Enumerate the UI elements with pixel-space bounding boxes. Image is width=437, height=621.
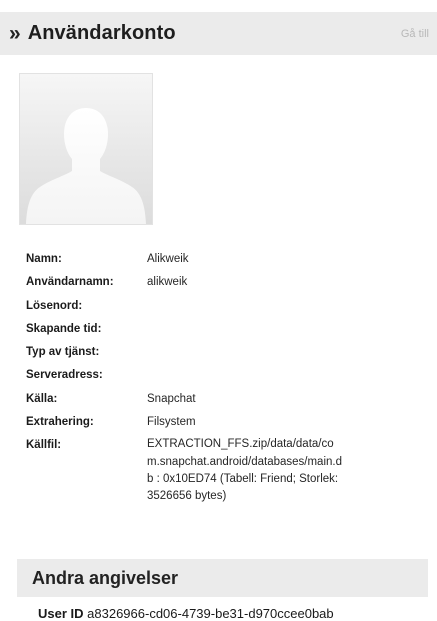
detail-label: Källfil:: [26, 439, 62, 452]
detail-label: Serveradress:: [26, 369, 103, 382]
detail-value: alikweik: [147, 276, 188, 289]
user-id-value: a8326966-cd06-4739-be31-d970ccee0bab: [87, 606, 334, 621]
detail-row-source-file: Källfil: EXTRACTION_FFS.zip/data/data/co…: [26, 438, 426, 505]
detail-value: [147, 345, 426, 359]
goto-link[interactable]: Gå till: [401, 28, 429, 40]
detail-value: [147, 322, 426, 336]
expand-chevron-icon[interactable]: »: [9, 23, 21, 44]
detail-label: Skapande tid:: [26, 322, 102, 335]
person-silhouette-icon: [26, 108, 146, 224]
section-header-other-details: Andra angivelser: [17, 559, 428, 597]
detail-row-username: Användarnamn: alikweik: [26, 275, 426, 289]
detail-row-password: Lösenord:: [26, 299, 426, 313]
detail-row-service-type: Typ av tjänst:: [26, 345, 426, 359]
section-header-user-account: » Användarkonto Gå till: [0, 12, 437, 55]
detail-row-extraction: Extrahering: Filsystem: [26, 415, 426, 429]
detail-row-source: Källa: Snapchat: [26, 392, 426, 406]
detail-row-name: Namn: Alikweik: [26, 252, 426, 266]
detail-row-created: Skapande tid:: [26, 322, 426, 336]
section-title: Användarkonto: [27, 22, 176, 44]
detail-label: Typ av tjänst:: [26, 346, 100, 359]
detail-value: Snapchat: [147, 392, 196, 405]
source-file-path[interactable]: EXTRACTION_FFS.zip/data/data/com.snapcha…: [147, 436, 346, 505]
detail-row-server: Serveradress:: [26, 368, 426, 382]
avatar: [19, 73, 153, 225]
detail-label: Extrahering:: [26, 416, 94, 429]
detail-label: Lösenord:: [26, 299, 83, 312]
detail-value: Filsystem: [147, 416, 196, 429]
detail-value: [147, 368, 426, 382]
user-id-row: User ID a8326966-cd06-4739-be31-d970ccee…: [38, 606, 334, 621]
detail-label: Användarnamn:: [26, 276, 114, 289]
detail-label: Källa:: [26, 392, 58, 405]
section-title: Andra angivelser: [32, 567, 179, 588]
detail-value: [147, 299, 426, 313]
user-id-label: User ID: [38, 606, 84, 621]
detail-label: Namn:: [26, 253, 62, 265]
account-details: Namn: Alikweik Användarnamn: alikweik Lö…: [26, 252, 426, 514]
detail-value: Alikweik: [147, 253, 189, 265]
